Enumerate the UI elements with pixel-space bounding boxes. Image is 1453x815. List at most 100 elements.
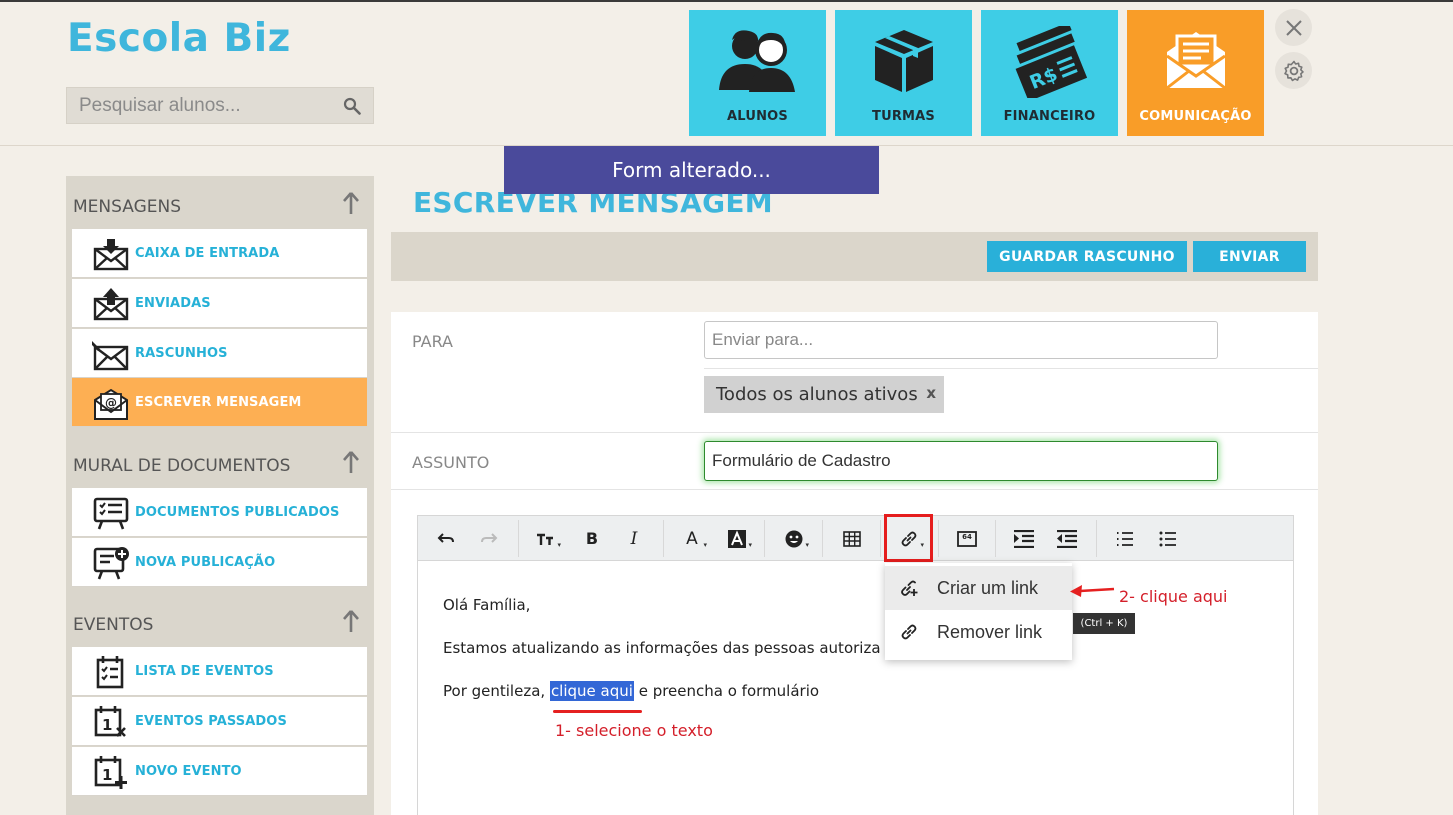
text-color-icon: A xyxy=(686,528,698,549)
box-icon xyxy=(874,30,933,92)
table-icon xyxy=(843,530,861,547)
emoji-icon xyxy=(785,530,803,547)
bold-icon: B xyxy=(585,529,599,548)
search-box[interactable] xyxy=(66,87,374,124)
sidebar-item-rascunhos[interactable]: RASCUNHOS xyxy=(72,329,367,378)
to-input[interactable] xyxy=(704,321,1218,359)
sidebar-item-enviadas[interactable]: ENVIADAS xyxy=(72,279,367,328)
sidebar-item-escrever-mensagem[interactable]: @ ESCREVER MENSAGEM xyxy=(72,378,367,427)
section-title-mural: MURAL DE DOCUMENTOS xyxy=(73,456,291,476)
sidebar-item-lista-de-eventos[interactable]: LISTA DE EVENTOS xyxy=(72,647,367,696)
save-draft-button[interactable]: GUARDAR RASCUNHO xyxy=(987,241,1187,272)
menu-item-label: Criar um link xyxy=(937,577,1039,598)
sidebar-item-nova-publicacao[interactable]: NOVA PUBLICAÇÃO xyxy=(72,538,367,587)
text-color-button[interactable]: A ▾ xyxy=(676,523,708,554)
insert-image-button[interactable]: 64 xyxy=(951,523,983,554)
nav-tile-alunos[interactable]: ALUNOS xyxy=(689,10,826,136)
ordered-list-button[interactable] xyxy=(1109,523,1141,554)
close-button[interactable] xyxy=(1275,9,1312,46)
section-title-eventos: EVENTOS xyxy=(73,615,154,635)
nav-tile-comunicacao[interactable]: COMUNICAÇÃO xyxy=(1127,10,1264,136)
sidebar-item-label: CAIXA DE ENTRADA xyxy=(135,245,280,261)
background-color-button[interactable]: ▾ xyxy=(721,523,753,554)
menu-item-remove-link[interactable]: Remover link xyxy=(885,610,1072,654)
selection-underline-annotation xyxy=(553,710,642,713)
undo-icon xyxy=(437,532,454,543)
indent-button[interactable] xyxy=(1008,523,1040,554)
divider xyxy=(391,432,1318,433)
recipient-chip-label: Todos os alunos ativos xyxy=(716,384,918,405)
divider xyxy=(704,368,1318,369)
settings-button[interactable] xyxy=(1275,52,1312,89)
nav-tile-turmas[interactable]: TURMAS xyxy=(835,10,972,136)
toolbar-separator xyxy=(995,520,996,557)
font-size-button[interactable]: ▾ xyxy=(530,523,562,554)
nav-tile-label: TURMAS xyxy=(872,109,935,124)
nav-tile-label: ALUNOS xyxy=(727,109,788,124)
sidebar-item-novo-evento[interactable]: 1 NOVO EVENTO xyxy=(72,747,367,796)
brand-logo[interactable]: Escola Biz xyxy=(67,16,291,61)
collapse-arrow-icon[interactable] xyxy=(342,191,360,215)
indent-icon xyxy=(1014,529,1034,548)
sidebar-item-eventos-passados[interactable]: 1 EVENTOS PASSADOS xyxy=(72,697,367,746)
sidebar-item-label: NOVO EVENTO xyxy=(135,763,242,779)
collapse-arrow-icon[interactable] xyxy=(342,450,360,474)
toolbar-separator xyxy=(880,520,881,557)
sent-icon xyxy=(93,288,129,321)
shortcut-tooltip: (Ctrl + K) xyxy=(1073,613,1135,634)
unlink-icon xyxy=(901,624,917,640)
calendar-add-icon: 1 xyxy=(94,756,127,789)
nav-tile-label: FINANCEIRO xyxy=(1003,109,1096,124)
subject-input[interactable] xyxy=(704,441,1218,481)
to-label: PARA xyxy=(412,332,453,351)
envelope-icon xyxy=(1165,32,1226,90)
redo-icon xyxy=(481,532,498,543)
selected-text[interactable]: clique aqui xyxy=(549,681,634,701)
rich-text-editor[interactable]: ▾ B I A ▾ ▾ ▾ ▾ 64 Olá Família, Estamos … xyxy=(417,514,1294,815)
sidebar-item-label: RASCUNHOS xyxy=(135,345,228,361)
nav-tile-financeiro[interactable]: R$ FINANCEIRO xyxy=(981,10,1118,136)
sidebar-item-label: ESCREVER MENSAGEM xyxy=(135,394,302,410)
redo-button[interactable] xyxy=(473,523,505,554)
emoji-button[interactable]: ▾ xyxy=(778,523,810,554)
close-icon xyxy=(1285,19,1302,36)
send-button[interactable]: ENVIAR xyxy=(1193,241,1306,272)
money-icon: R$ xyxy=(1011,26,1091,98)
recipient-chip[interactable]: Todos os alunos ativos x xyxy=(704,376,944,413)
search-input[interactable] xyxy=(67,88,337,123)
table-button[interactable] xyxy=(836,523,868,554)
outdent-button[interactable] xyxy=(1051,523,1083,554)
link-button-highlight xyxy=(884,514,933,562)
menu-item-label: Remover link xyxy=(937,621,1043,642)
sidebar-item-label: DOCUMENTOS PUBLICADOS xyxy=(135,504,340,520)
sidebar-item-documentos-publicados[interactable]: DOCUMENTOS PUBLICADOS xyxy=(72,488,367,537)
editor-text: e preencha o formulário xyxy=(633,682,820,700)
image-badge: 64 xyxy=(962,533,972,541)
bold-button[interactable]: B xyxy=(576,523,608,554)
compose-icon: @ xyxy=(94,388,128,420)
toolbar-separator xyxy=(822,520,823,557)
chip-remove-button[interactable]: x xyxy=(926,384,936,402)
sidebar: MENSAGENS CAIXA DE ENTRADA ENVIADAS RASC… xyxy=(66,176,374,815)
sidebar-item-caixa-de-entrada[interactable]: CAIXA DE ENTRADA xyxy=(72,229,367,278)
outdent-icon xyxy=(1057,529,1077,548)
arrow-annotation-icon xyxy=(1070,585,1115,597)
undo-button[interactable] xyxy=(430,523,462,554)
sidebar-item-label: LISTA DE EVENTOS xyxy=(135,663,274,679)
bullet-list-icon xyxy=(1159,531,1176,546)
font-size-icon xyxy=(537,533,553,545)
drafts-icon xyxy=(92,341,129,371)
bullet-list-button[interactable] xyxy=(1152,523,1184,554)
collapse-arrow-icon[interactable] xyxy=(342,609,360,633)
italic-button[interactable]: I xyxy=(618,523,650,554)
gear-icon xyxy=(1283,60,1304,81)
sidebar-item-label: EVENTOS PASSADOS xyxy=(135,713,287,729)
search-icon[interactable] xyxy=(343,97,361,115)
italic-icon: I xyxy=(630,528,638,549)
dropdown-caret-icon: ▾ xyxy=(703,541,707,549)
section-title-mensagens: MENSAGENS xyxy=(73,197,181,217)
menu-item-create-link[interactable]: Criar um link xyxy=(885,566,1072,610)
ordered-list-icon xyxy=(1117,531,1133,546)
nav-tile-label: COMUNICAÇÃO xyxy=(1139,109,1252,124)
sidebar-item-label: NOVA PUBLICAÇÃO xyxy=(135,554,276,570)
